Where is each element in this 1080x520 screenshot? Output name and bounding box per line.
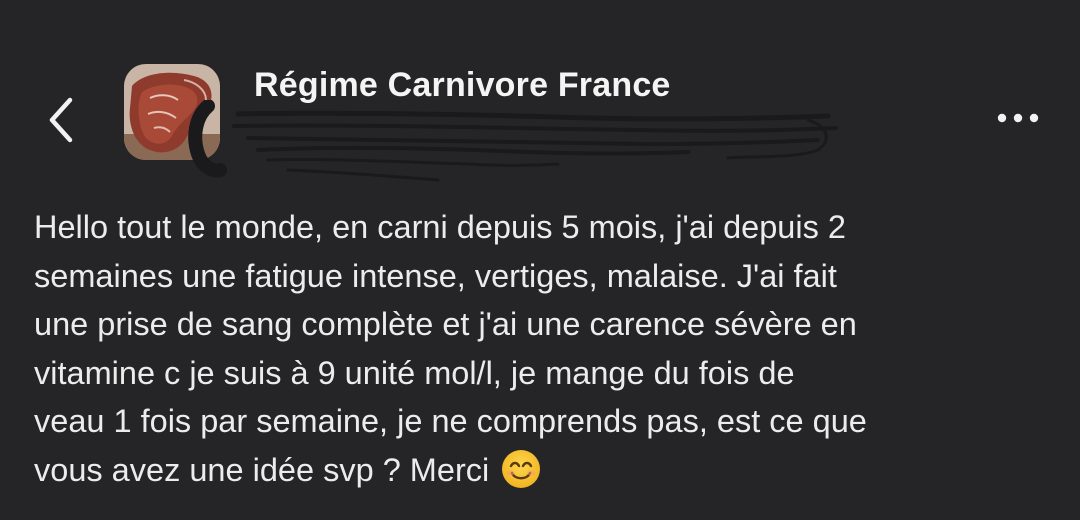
chevron-left-icon [49, 97, 73, 143]
more-options-button[interactable] [988, 100, 1048, 136]
post-line: vitamine c je suis à 9 unité mol/l, je m… [34, 354, 795, 391]
group-name[interactable]: Régime Carnivore France [254, 66, 671, 105]
redaction-scribble [188, 100, 838, 182]
group-avatar-image [124, 64, 220, 160]
smiling-face-icon [501, 449, 541, 489]
post-line: semaines une fatigue intense, vertiges, … [34, 257, 837, 294]
post-header: Régime Carnivore France [0, 0, 1080, 190]
post-line: veau 1 fois par semaine, je ne comprends… [34, 403, 867, 439]
post-text: Hello tout le monde, en carni depuis 5 m… [34, 203, 1064, 494]
back-button[interactable] [38, 88, 86, 152]
post-line: Hello tout le monde, en carni depuis 5 m… [34, 209, 846, 245]
post-line: une prise de sang complète et j'ai une c… [34, 306, 857, 342]
post-line: vous avez une idée svp ? Merci [34, 451, 490, 488]
ellipsis-icon [997, 113, 1039, 123]
group-avatar[interactable] [124, 64, 220, 160]
